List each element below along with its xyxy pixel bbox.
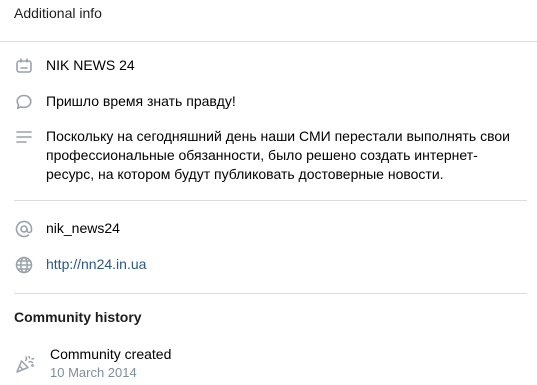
info-row-status: Пришло время знать правду!: [14, 92, 527, 112]
community-name: NIK NEWS 24: [46, 57, 135, 73]
globe-icon: [14, 255, 34, 275]
page-title: Additional info: [14, 5, 102, 21]
website-link[interactable]: http://nn24.in.ua: [46, 255, 146, 274]
community-status: Пришло время знать правду!: [46, 93, 236, 109]
info-divider: [14, 200, 527, 201]
history-divider: [14, 293, 527, 294]
speech-bubble-icon: [14, 92, 34, 112]
calendar-badge-icon: [14, 56, 34, 76]
party-popper-icon: [14, 353, 36, 375]
history-item-content: Community created 10 March 2014: [50, 345, 171, 382]
info-row-name: NIK NEWS 24: [14, 56, 527, 76]
history-event-label: Community created: [50, 346, 172, 362]
history-event-date: 10 March 2014: [50, 365, 137, 380]
info-row-website: http://nn24.in.ua: [14, 255, 527, 275]
at-sign-icon: [14, 219, 34, 239]
history-item: Community created 10 March 2014: [14, 345, 171, 382]
community-description: Поскольку на сегодняшний день наши СМИ п…: [46, 128, 510, 182]
community-history-title: Community history: [14, 309, 142, 325]
header-divider: [0, 41, 537, 42]
info-row-description: Поскольку на сегодняшний день наши СМИ п…: [14, 127, 527, 184]
community-username: nik_news24: [46, 220, 120, 236]
info-row-username: nik_news24: [14, 219, 527, 239]
text-lines-icon: [14, 127, 34, 147]
